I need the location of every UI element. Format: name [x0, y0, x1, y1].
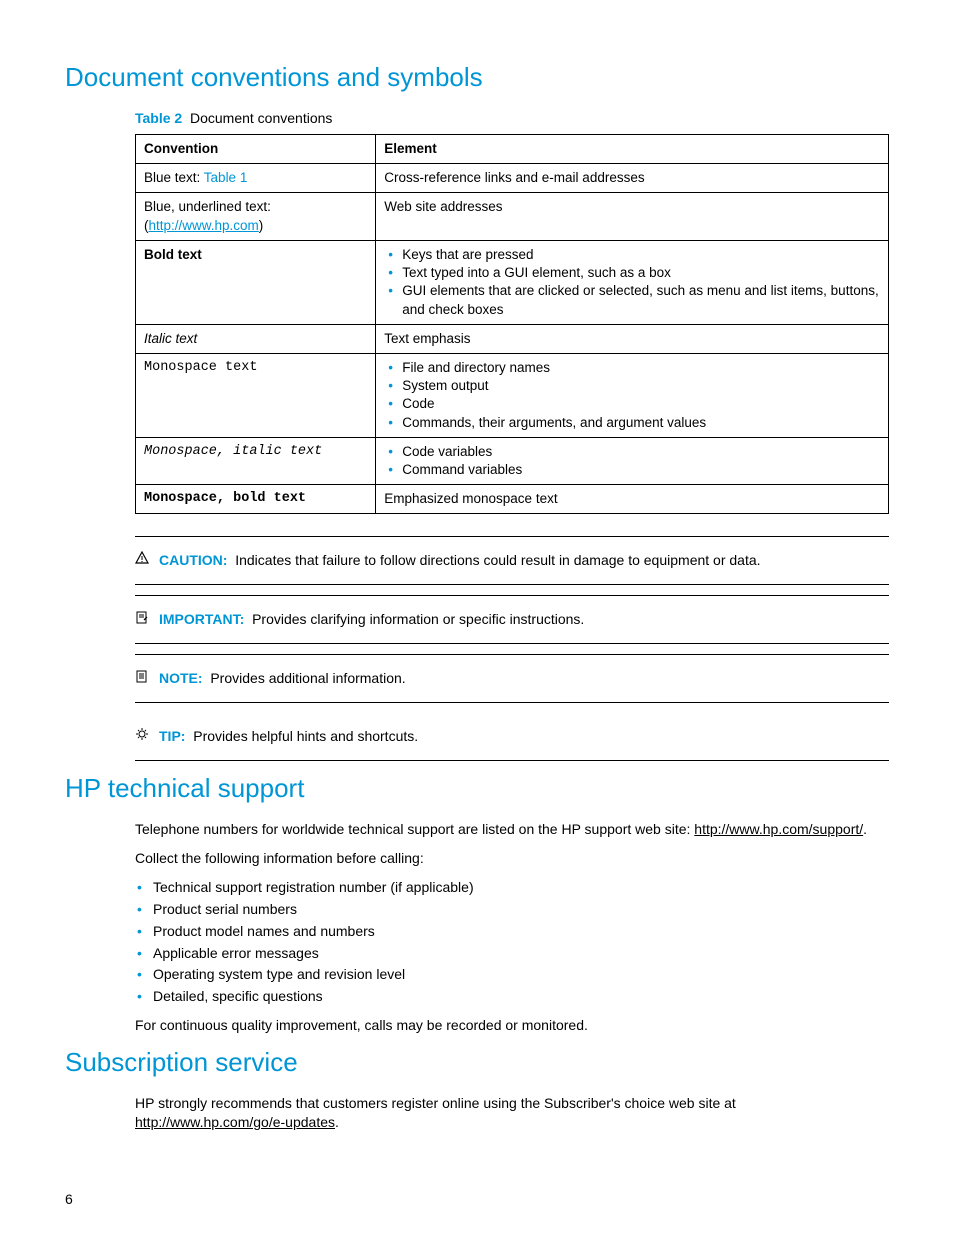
support-list: Technical support registration number (i… — [153, 878, 889, 1006]
table-caption-text: Document conventions — [190, 110, 332, 126]
table-caption-label: Table 2 — [135, 110, 182, 126]
list-item: Keys that are pressed — [402, 246, 880, 264]
list-item: Command variables — [402, 461, 880, 479]
admon-label: IMPORTANT: — [159, 611, 244, 627]
th-convention: Convention — [136, 134, 376, 163]
cell-text: Monospace, bold text — [136, 485, 376, 514]
admon-text: Provides additional information. — [210, 670, 405, 686]
admonition-caution: CAUTION: Indicates that failure to follo… — [135, 536, 889, 585]
heading-subscription: Subscription service — [65, 1045, 889, 1080]
cell-text: Italic text — [136, 324, 376, 353]
important-icon — [135, 610, 153, 629]
heading-tech-support: HP technical support — [65, 771, 889, 806]
cell-text: Monospace text — [136, 353, 376, 437]
paragraph: For continuous quality improvement, call… — [135, 1016, 889, 1035]
table-row: Bold text Keys that are pressed Text typ… — [136, 240, 889, 324]
list-item: Text typed into a GUI element, such as a… — [402, 264, 880, 282]
table-row: Blue text: Table 1 Cross-reference links… — [136, 164, 889, 193]
heading-doc-conventions: Document conventions and symbols — [65, 60, 889, 95]
cell-text: Monospace, italic text — [136, 437, 376, 484]
admon-text: Indicates that failure to follow directi… — [235, 552, 760, 568]
cell-text: Cross-reference links and e-mail address… — [376, 164, 889, 193]
table-row: Monospace text File and directory names … — [136, 353, 889, 437]
admonition-important: IMPORTANT: Provides clarifying informati… — [135, 595, 889, 644]
th-element: Element — [376, 134, 889, 163]
admon-text: Provides helpful hints and shortcuts. — [193, 728, 418, 744]
cell-text: Emphasized monospace text — [376, 485, 889, 514]
list-item: Commands, their arguments, and argument … — [402, 414, 880, 432]
admon-label: NOTE: — [159, 670, 203, 686]
cell-text: Blue text: — [144, 170, 204, 185]
list-item: Product model names and numbers — [153, 922, 889, 941]
table-caption: Table 2 Document conventions — [135, 109, 889, 128]
table-row: Monospace, bold text Emphasized monospac… — [136, 485, 889, 514]
tip-icon — [135, 727, 153, 746]
list-item: System output — [402, 377, 880, 395]
table-row: Blue, underlined text: (http://www.hp.co… — [136, 193, 889, 240]
cell-text: Text emphasis — [376, 324, 889, 353]
cell-text: Web site addresses — [376, 193, 889, 240]
admon-label: CAUTION: — [159, 552, 227, 568]
conventions-table: Convention Element Blue text: Table 1 Cr… — [135, 134, 889, 515]
link-hp-support[interactable]: http://www.hp.com/support/ — [694, 821, 863, 837]
admonition-note: NOTE: Provides additional information. — [135, 654, 889, 703]
paragraph: HP strongly recommends that customers re… — [135, 1094, 889, 1132]
list-item: Detailed, specific questions — [153, 987, 889, 1006]
note-icon — [135, 669, 153, 688]
list-item: GUI elements that are clicked or selecte… — [402, 282, 880, 318]
list-item: Applicable error messages — [153, 944, 889, 963]
cell-text: Bold text — [136, 240, 376, 324]
list-item: Code — [402, 395, 880, 413]
list-item: Code variables — [402, 443, 880, 461]
link-table1[interactable]: Table 1 — [204, 170, 248, 185]
cell-text: ) — [259, 218, 264, 233]
paragraph: Collect the following information before… — [135, 849, 889, 868]
table-row: Monospace, italic text Code variables Co… — [136, 437, 889, 484]
admon-text: Provides clarifying information or speci… — [252, 611, 584, 627]
link-eupdates[interactable]: http://www.hp.com/go/e-updates — [135, 1114, 335, 1130]
page-number: 6 — [65, 1190, 73, 1209]
table-row: Italic text Text emphasis — [136, 324, 889, 353]
admonition-tip: TIP: Provides helpful hints and shortcut… — [135, 713, 889, 761]
admon-label: TIP: — [159, 728, 185, 744]
paragraph: Telephone numbers for worldwide technica… — [135, 820, 889, 839]
caution-icon — [135, 551, 153, 570]
list-item: Product serial numbers — [153, 900, 889, 919]
list-item: Technical support registration number (i… — [153, 878, 889, 897]
list-item: Operating system type and revision level — [153, 965, 889, 984]
link-hp[interactable]: http://www.hp.com — [149, 218, 259, 233]
list-item: File and directory names — [402, 359, 880, 377]
